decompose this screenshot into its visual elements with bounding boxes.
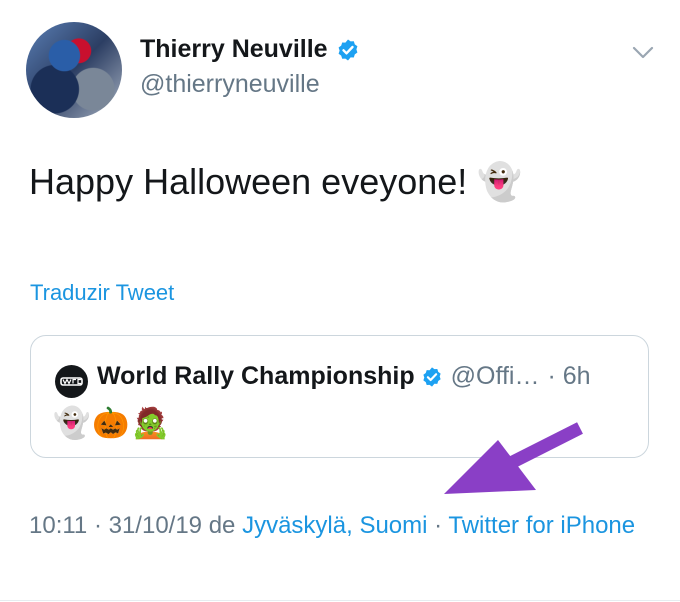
quoted-author-name: World Rally Championship xyxy=(97,362,415,390)
verified-badge-icon xyxy=(423,366,441,387)
quoted-time: · 6h xyxy=(547,362,591,390)
quoted-header: World Rally Championship @Offi… · 6h xyxy=(97,362,591,391)
wrc-logo-icon xyxy=(55,365,88,398)
ghost-emoji: 👻 xyxy=(477,161,523,202)
divider xyxy=(0,600,680,601)
quoted-text: 👻🎃🧟 xyxy=(53,407,172,440)
from-label: de xyxy=(208,512,236,539)
quoted-handle: @Offi… xyxy=(450,362,540,390)
verified-badge-icon xyxy=(338,39,357,60)
tweet-body: Happy Halloween eveyone! xyxy=(29,161,468,202)
translate-tweet-link[interactable]: Traduzir Tweet xyxy=(30,280,174,306)
author-handle[interactable]: @thierryneuville xyxy=(140,70,320,99)
tweet-time: 10:11 xyxy=(29,512,88,539)
author-name-row: Thierry Neuville xyxy=(140,35,360,64)
author-name[interactable]: Thierry Neuville xyxy=(140,35,328,64)
tweet-text: Happy Halloween eveyone! 👻 xyxy=(29,161,522,203)
tweet-meta: 10:11 · 31/10/19 de Jyväskylä, Suomi · T… xyxy=(29,512,636,539)
client-link[interactable]: Twitter for iPhone xyxy=(448,512,635,539)
tweet-date: 31/10/19 xyxy=(108,512,203,539)
location-link[interactable]: Jyväskylä, Suomi xyxy=(242,512,427,539)
arrow-annotation-icon xyxy=(444,422,583,494)
author-avatar[interactable] xyxy=(26,22,122,118)
chevron-down-icon[interactable] xyxy=(626,40,660,64)
